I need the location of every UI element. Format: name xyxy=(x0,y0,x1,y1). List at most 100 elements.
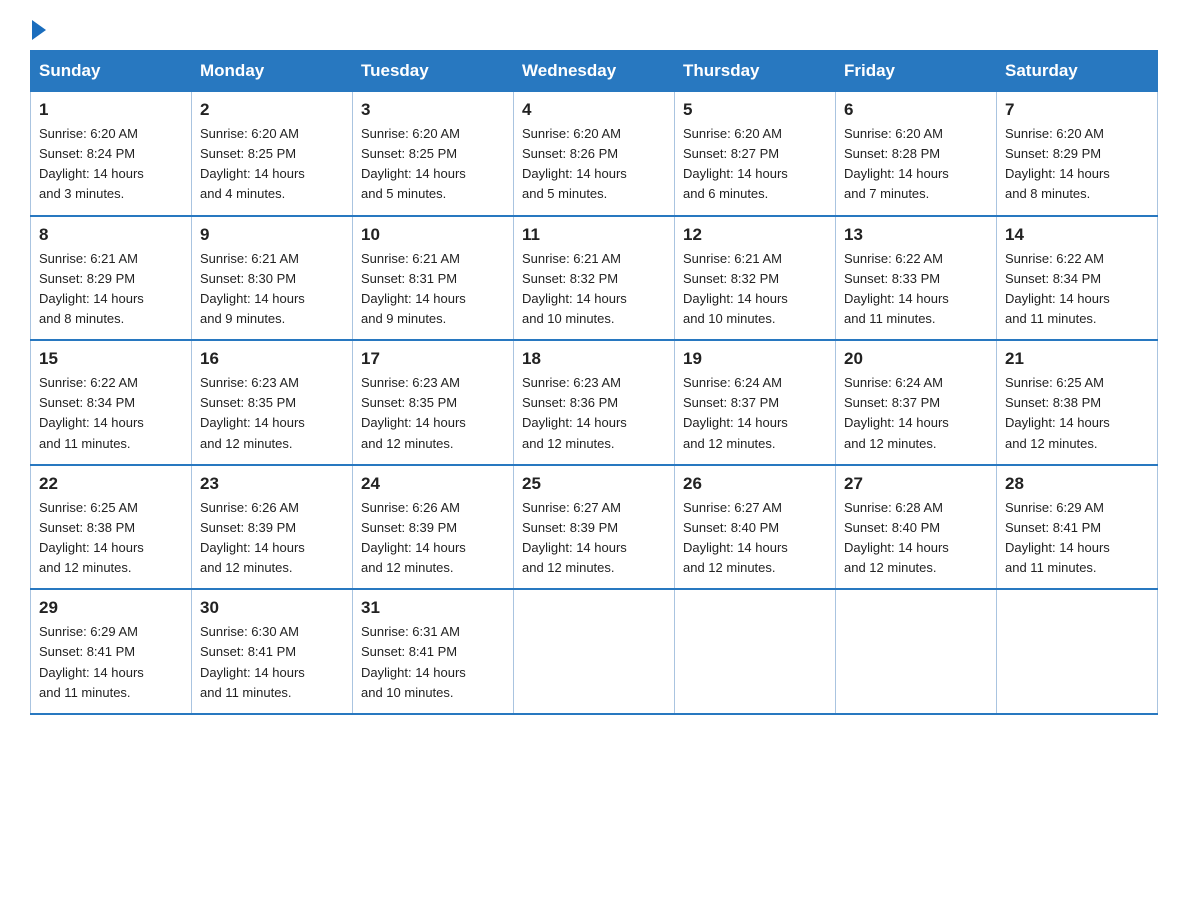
day-number: 21 xyxy=(1005,349,1149,369)
day-info: Sunrise: 6:27 AMSunset: 8:40 PMDaylight:… xyxy=(683,498,827,579)
day-info: Sunrise: 6:25 AMSunset: 8:38 PMDaylight:… xyxy=(1005,373,1149,454)
calendar-cell: 8Sunrise: 6:21 AMSunset: 8:29 PMDaylight… xyxy=(31,216,192,341)
calendar-cell: 19Sunrise: 6:24 AMSunset: 8:37 PMDayligh… xyxy=(675,340,836,465)
day-info: Sunrise: 6:24 AMSunset: 8:37 PMDaylight:… xyxy=(844,373,988,454)
day-info: Sunrise: 6:27 AMSunset: 8:39 PMDaylight:… xyxy=(522,498,666,579)
day-info: Sunrise: 6:21 AMSunset: 8:32 PMDaylight:… xyxy=(683,249,827,330)
calendar-week-row: 29Sunrise: 6:29 AMSunset: 8:41 PMDayligh… xyxy=(31,589,1158,714)
day-number: 18 xyxy=(522,349,666,369)
day-info: Sunrise: 6:21 AMSunset: 8:29 PMDaylight:… xyxy=(39,249,183,330)
day-info: Sunrise: 6:21 AMSunset: 8:32 PMDaylight:… xyxy=(522,249,666,330)
calendar-cell: 14 Sunrise: 6:22 AMSunset: 8:34 PMDayligh… xyxy=(997,216,1158,341)
calendar-cell: 17Sunrise: 6:23 AMSunset: 8:35 PMDayligh… xyxy=(353,340,514,465)
calendar-week-row: 8Sunrise: 6:21 AMSunset: 8:29 PMDaylight… xyxy=(31,216,1158,341)
logo-arrow-icon xyxy=(32,20,46,40)
calendar-header: SundayMondayTuesdayWednesdayThursdayFrid… xyxy=(31,51,1158,92)
calendar-cell: 1Sunrise: 6:20 AMSunset: 8:24 PMDaylight… xyxy=(31,92,192,216)
calendar-table: SundayMondayTuesdayWednesdayThursdayFrid… xyxy=(30,50,1158,715)
calendar-cell: 21 Sunrise: 6:25 AMSunset: 8:38 PMDayligh… xyxy=(997,340,1158,465)
calendar-cell: 22Sunrise: 6:25 AMSunset: 8:38 PMDayligh… xyxy=(31,465,192,590)
day-info: Sunrise: 6:20 AMSunset: 8:25 PMDaylight:… xyxy=(361,124,505,205)
day-number: 5 xyxy=(683,100,827,120)
calendar-cell xyxy=(675,589,836,714)
calendar-header-thursday: Thursday xyxy=(675,51,836,92)
calendar-cell xyxy=(997,589,1158,714)
calendar-cell: 13 Sunrise: 6:22 AMSunset: 8:33 PMDayligh… xyxy=(836,216,997,341)
day-number: 11 xyxy=(522,225,666,245)
calendar-cell: 16 Sunrise: 6:23 AMSunset: 8:35 PMDayligh… xyxy=(192,340,353,465)
calendar-cell: 15 Sunrise: 6:22 AMSunset: 8:34 PMDayligh… xyxy=(31,340,192,465)
calendar-cell: 25 Sunrise: 6:27 AMSunset: 8:39 PMDayligh… xyxy=(514,465,675,590)
calendar-week-row: 1Sunrise: 6:20 AMSunset: 8:24 PMDaylight… xyxy=(31,92,1158,216)
day-number: 4 xyxy=(522,100,666,120)
calendar-cell: 28 Sunrise: 6:29 AMSunset: 8:41 PMDayligh… xyxy=(997,465,1158,590)
day-info: Sunrise: 6:23 AMSunset: 8:35 PMDaylight:… xyxy=(361,373,505,454)
day-info: Sunrise: 6:22 AMSunset: 8:33 PMDaylight:… xyxy=(844,249,988,330)
day-number: 16 xyxy=(200,349,344,369)
calendar-cell xyxy=(514,589,675,714)
day-number: 24 xyxy=(361,474,505,494)
day-info: Sunrise: 6:20 AMSunset: 8:29 PMDaylight:… xyxy=(1005,124,1149,205)
day-number: 27 xyxy=(844,474,988,494)
day-info: Sunrise: 6:31 AMSunset: 8:41 PMDaylight:… xyxy=(361,622,505,703)
day-info: Sunrise: 6:20 AMSunset: 8:24 PMDaylight:… xyxy=(39,124,183,205)
day-info: Sunrise: 6:22 AMSunset: 8:34 PMDaylight:… xyxy=(39,373,183,454)
calendar-cell: 2Sunrise: 6:20 AMSunset: 8:25 PMDaylight… xyxy=(192,92,353,216)
day-info: Sunrise: 6:23 AMSunset: 8:36 PMDaylight:… xyxy=(522,373,666,454)
calendar-week-row: 15 Sunrise: 6:22 AMSunset: 8:34 PMDayligh… xyxy=(31,340,1158,465)
day-number: 14 xyxy=(1005,225,1149,245)
day-number: 15 xyxy=(39,349,183,369)
day-number: 30 xyxy=(200,598,344,618)
calendar-cell: 4 Sunrise: 6:20 AMSunset: 8:26 PMDaylight… xyxy=(514,92,675,216)
calendar-cell: 12 Sunrise: 6:21 AMSunset: 8:32 PMDayligh… xyxy=(675,216,836,341)
day-info: Sunrise: 6:28 AMSunset: 8:40 PMDaylight:… xyxy=(844,498,988,579)
calendar-header-monday: Monday xyxy=(192,51,353,92)
day-info: Sunrise: 6:20 AMSunset: 8:26 PMDaylight:… xyxy=(522,124,666,205)
day-number: 3 xyxy=(361,100,505,120)
day-number: 7 xyxy=(1005,100,1149,120)
day-number: 20 xyxy=(844,349,988,369)
day-info: Sunrise: 6:29 AMSunset: 8:41 PMDaylight:… xyxy=(1005,498,1149,579)
calendar-header-sunday: Sunday xyxy=(31,51,192,92)
calendar-header-friday: Friday xyxy=(836,51,997,92)
day-info: Sunrise: 6:20 AMSunset: 8:27 PMDaylight:… xyxy=(683,124,827,205)
day-number: 26 xyxy=(683,474,827,494)
day-info: Sunrise: 6:21 AMSunset: 8:31 PMDaylight:… xyxy=(361,249,505,330)
day-info: Sunrise: 6:20 AMSunset: 8:28 PMDaylight:… xyxy=(844,124,988,205)
calendar-week-row: 22Sunrise: 6:25 AMSunset: 8:38 PMDayligh… xyxy=(31,465,1158,590)
calendar-cell: 18 Sunrise: 6:23 AMSunset: 8:36 PMDayligh… xyxy=(514,340,675,465)
day-info: Sunrise: 6:23 AMSunset: 8:35 PMDaylight:… xyxy=(200,373,344,454)
day-info: Sunrise: 6:26 AMSunset: 8:39 PMDaylight:… xyxy=(200,498,344,579)
calendar-cell xyxy=(836,589,997,714)
day-info: Sunrise: 6:29 AMSunset: 8:41 PMDaylight:… xyxy=(39,622,183,703)
day-info: Sunrise: 6:25 AMSunset: 8:38 PMDaylight:… xyxy=(39,498,183,579)
day-number: 12 xyxy=(683,225,827,245)
page-header xyxy=(30,20,1158,40)
calendar-cell: 10Sunrise: 6:21 AMSunset: 8:31 PMDayligh… xyxy=(353,216,514,341)
calendar-cell: 24 Sunrise: 6:26 AMSunset: 8:39 PMDayligh… xyxy=(353,465,514,590)
calendar-cell: 6Sunrise: 6:20 AMSunset: 8:28 PMDaylight… xyxy=(836,92,997,216)
day-number: 2 xyxy=(200,100,344,120)
calendar-cell: 7 Sunrise: 6:20 AMSunset: 8:29 PMDaylight… xyxy=(997,92,1158,216)
calendar-cell: 29Sunrise: 6:29 AMSunset: 8:41 PMDayligh… xyxy=(31,589,192,714)
calendar-header-tuesday: Tuesday xyxy=(353,51,514,92)
day-info: Sunrise: 6:24 AMSunset: 8:37 PMDaylight:… xyxy=(683,373,827,454)
calendar-cell: 23 Sunrise: 6:26 AMSunset: 8:39 PMDayligh… xyxy=(192,465,353,590)
calendar-cell: 30 Sunrise: 6:30 AMSunset: 8:41 PMDayligh… xyxy=(192,589,353,714)
calendar-cell: 11 Sunrise: 6:21 AMSunset: 8:32 PMDayligh… xyxy=(514,216,675,341)
calendar-header-wednesday: Wednesday xyxy=(514,51,675,92)
day-number: 23 xyxy=(200,474,344,494)
calendar-header-saturday: Saturday xyxy=(997,51,1158,92)
calendar-cell: 26 Sunrise: 6:27 AMSunset: 8:40 PMDayligh… xyxy=(675,465,836,590)
logo xyxy=(30,20,46,40)
calendar-cell: 5 Sunrise: 6:20 AMSunset: 8:27 PMDaylight… xyxy=(675,92,836,216)
calendar-cell: 9Sunrise: 6:21 AMSunset: 8:30 PMDaylight… xyxy=(192,216,353,341)
day-info: Sunrise: 6:26 AMSunset: 8:39 PMDaylight:… xyxy=(361,498,505,579)
day-number: 28 xyxy=(1005,474,1149,494)
day-info: Sunrise: 6:30 AMSunset: 8:41 PMDaylight:… xyxy=(200,622,344,703)
calendar-cell: 20 Sunrise: 6:24 AMSunset: 8:37 PMDayligh… xyxy=(836,340,997,465)
day-number: 25 xyxy=(522,474,666,494)
calendar-cell: 27 Sunrise: 6:28 AMSunset: 8:40 PMDayligh… xyxy=(836,465,997,590)
day-number: 13 xyxy=(844,225,988,245)
day-info: Sunrise: 6:22 AMSunset: 8:34 PMDaylight:… xyxy=(1005,249,1149,330)
